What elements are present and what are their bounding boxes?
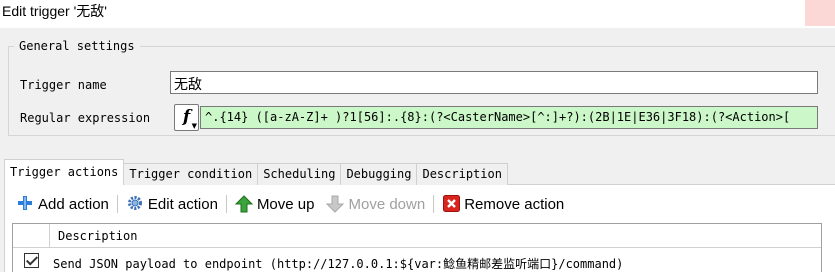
tab-trigger-condition[interactable]: Trigger condition <box>123 163 259 185</box>
gear-icon <box>126 195 144 213</box>
tab-debugging[interactable]: Debugging <box>340 163 418 185</box>
trigger-name-label: Trigger name <box>20 78 107 92</box>
dropdown-arrow-icon: ▼ <box>191 121 197 130</box>
actions-table: Description Send JSON payload to endpoin… <box>12 223 822 272</box>
function-icon: f <box>182 107 191 127</box>
tab-scheduling[interactable]: Scheduling <box>257 163 342 185</box>
row-description: Send JSON payload to endpoint (http://12… <box>53 257 624 271</box>
tab-description[interactable]: Description <box>416 163 508 185</box>
toolbar-separator <box>225 195 227 213</box>
remove-icon <box>442 195 460 213</box>
row-enabled-checkbox[interactable] <box>24 253 39 268</box>
actions-toolbar: Add action Edit action Move up Move down… <box>14 193 566 215</box>
table-header: Description <box>13 224 821 248</box>
header-description[interactable]: Description <box>58 229 137 243</box>
remove-action-label: Remove action <box>464 195 565 213</box>
regex-label: Regular expression <box>20 111 151 125</box>
arrow-up-icon <box>234 195 254 213</box>
toolbar-separator <box>116 195 118 213</box>
window-title: Edit trigger '无敌' <box>2 3 107 19</box>
move-up-button[interactable]: Move up <box>233 193 317 215</box>
remove-action-button[interactable]: Remove action <box>440 193 566 215</box>
regex-input[interactable]: ^.{14} ([a-zA-Z]+ )?1[56]:.{8}:(?<Caster… <box>200 106 818 129</box>
tab-trigger-actions[interactable]: Trigger actions <box>4 159 125 185</box>
move-up-label: Move up <box>256 195 315 213</box>
trigger-name-input[interactable]: 无敌 <box>170 71 818 94</box>
edit-action-label: Edit action <box>147 195 218 213</box>
header-check-column[interactable] <box>13 224 50 248</box>
table-row[interactable]: Send JSON payload to endpoint (http://12… <box>13 250 821 272</box>
add-action-button[interactable]: Add action <box>14 193 111 215</box>
move-down-label: Move down <box>348 195 426 213</box>
move-down-button[interactable]: Move down <box>324 193 427 215</box>
edit-action-button[interactable]: Edit action <box>124 193 220 215</box>
tab-strip: Trigger actions Trigger condition Schedu… <box>4 159 508 185</box>
add-action-label: Add action <box>38 195 109 213</box>
toolbar-separator <box>433 195 435 213</box>
general-settings-legend: General settings <box>14 39 140 53</box>
arrow-down-icon <box>326 195 345 213</box>
title-bar: Edit trigger '无敌' <box>0 0 835 28</box>
plus-icon <box>16 195 34 213</box>
regex-function-button[interactable]: f ▼ <box>174 104 199 131</box>
close-button[interactable] <box>805 0 835 26</box>
